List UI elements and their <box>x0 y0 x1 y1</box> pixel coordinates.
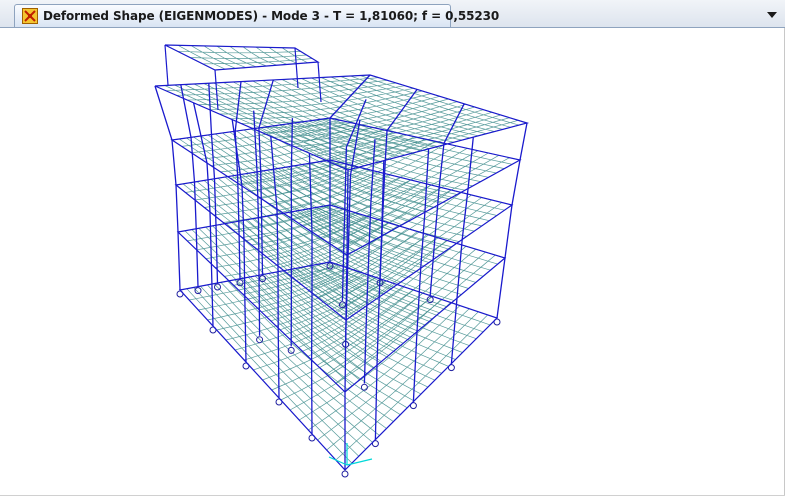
column-1 <box>154 85 181 291</box>
deformed-shape-window: Deformed Shape (EIGENMODES) - Mode 3 - T… <box>0 0 785 501</box>
support-10 <box>341 470 349 478</box>
model-viewport[interactable] <box>0 28 785 495</box>
support-18 <box>287 346 295 354</box>
tab-bar: Deformed Shape (EIGENMODES) - Mode 3 - T… <box>0 0 785 28</box>
structural-model-3d <box>154 44 530 478</box>
penthouse-column-3 <box>294 47 299 89</box>
column-4 <box>234 81 242 279</box>
column-14 <box>496 122 528 319</box>
penthouse-column-1 <box>164 44 169 86</box>
tab-list-dropdown-button[interactable] <box>763 6 781 24</box>
deformed-shape-icon <box>22 8 38 24</box>
chevron-down-icon <box>767 12 777 18</box>
tab-title: Deformed Shape (EIGENMODES) - Mode 3 - T… <box>43 9 500 23</box>
support-2 <box>194 287 202 295</box>
window-bottom-border <box>0 495 785 501</box>
column-18 <box>290 118 294 347</box>
tab-deformed-shape[interactable]: Deformed Shape (EIGENMODES) - Mode 3 - T… <box>14 4 499 27</box>
column-13 <box>450 137 474 364</box>
column-2 <box>180 84 199 287</box>
